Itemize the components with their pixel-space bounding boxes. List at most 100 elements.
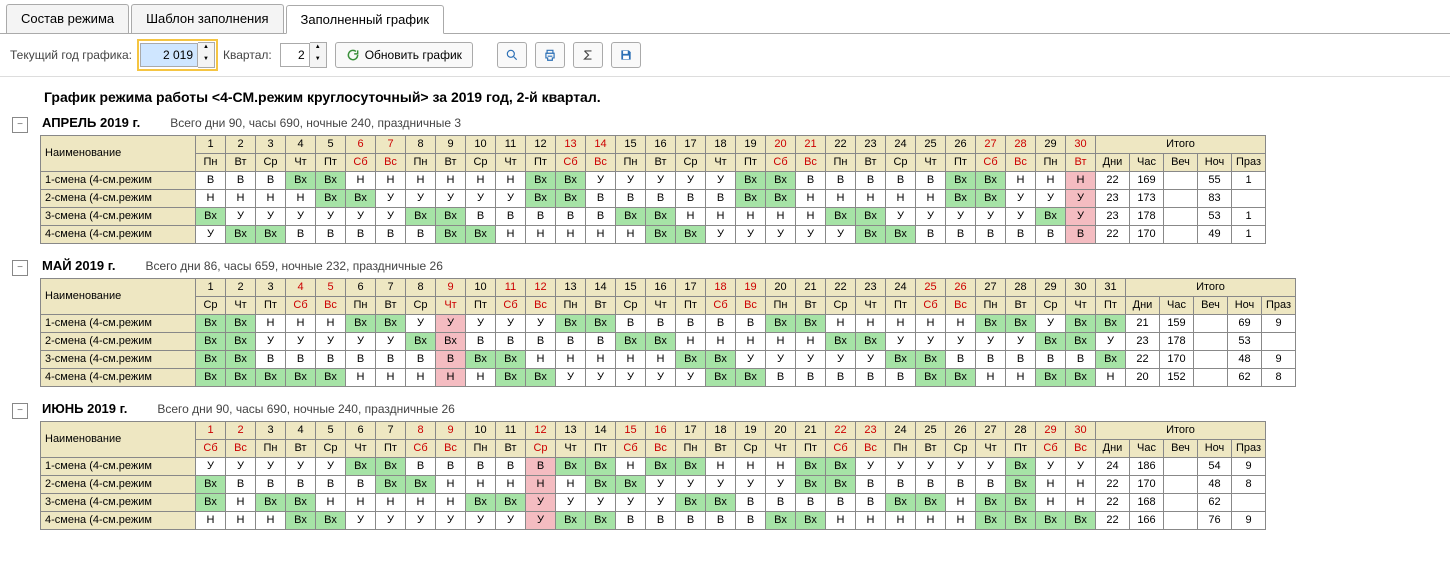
cell[interactable]: В bbox=[946, 226, 976, 244]
cell[interactable]: Н bbox=[526, 476, 556, 494]
cell[interactable]: Н bbox=[1096, 369, 1126, 387]
cell[interactable]: В bbox=[856, 369, 886, 387]
cell[interactable]: Вх bbox=[856, 333, 886, 351]
cell[interactable]: В bbox=[466, 208, 496, 226]
month-toggle[interactable]: − bbox=[12, 260, 28, 276]
cell[interactable]: Вх bbox=[946, 172, 976, 190]
cell[interactable]: В bbox=[376, 226, 406, 244]
cell[interactable]: В bbox=[286, 476, 316, 494]
cell[interactable]: Вх bbox=[1066, 369, 1096, 387]
cell[interactable]: У bbox=[466, 190, 496, 208]
cell[interactable]: Вх bbox=[586, 512, 616, 530]
cell[interactable]: Вх bbox=[256, 226, 286, 244]
cell[interactable]: У bbox=[736, 351, 766, 369]
cell[interactable]: В bbox=[646, 190, 676, 208]
cell[interactable]: В bbox=[196, 172, 226, 190]
cell[interactable]: У bbox=[646, 172, 676, 190]
cell[interactable]: В bbox=[316, 476, 346, 494]
cell[interactable]: В bbox=[346, 476, 376, 494]
cell[interactable]: Вх bbox=[286, 512, 316, 530]
cell[interactable]: Вх bbox=[466, 494, 496, 512]
cell[interactable]: В bbox=[886, 172, 916, 190]
cell[interactable]: Вх bbox=[406, 208, 436, 226]
cell[interactable]: У bbox=[376, 333, 406, 351]
cell[interactable]: У bbox=[916, 458, 946, 476]
save-button[interactable] bbox=[611, 42, 641, 68]
cell[interactable]: Н bbox=[646, 351, 676, 369]
cell[interactable]: Н bbox=[706, 458, 736, 476]
cell[interactable]: В bbox=[646, 315, 676, 333]
cell[interactable]: У bbox=[586, 494, 616, 512]
cell[interactable]: Н bbox=[706, 333, 736, 351]
cell[interactable]: Вх bbox=[736, 172, 766, 190]
cell[interactable]: В bbox=[706, 512, 736, 530]
cell[interactable]: В bbox=[826, 369, 856, 387]
cell[interactable]: Вх bbox=[376, 458, 406, 476]
cell[interactable]: У bbox=[196, 458, 226, 476]
cell[interactable]: Вх bbox=[586, 476, 616, 494]
cell[interactable]: Н bbox=[556, 476, 586, 494]
cell[interactable]: Вх bbox=[1006, 476, 1036, 494]
quarter-down[interactable]: ▼ bbox=[310, 55, 326, 67]
cell[interactable]: У bbox=[316, 333, 346, 351]
cell[interactable]: Н bbox=[406, 494, 436, 512]
cell[interactable]: Вх bbox=[316, 512, 346, 530]
cell[interactable]: Вх bbox=[616, 476, 646, 494]
cell[interactable]: У bbox=[676, 476, 706, 494]
cell[interactable]: Н bbox=[526, 351, 556, 369]
cell[interactable]: Н bbox=[196, 512, 226, 530]
cell[interactable]: Н bbox=[616, 351, 646, 369]
cell[interactable]: Н bbox=[616, 458, 646, 476]
cell[interactable]: В bbox=[1006, 226, 1036, 244]
cell[interactable]: Вх bbox=[736, 369, 766, 387]
cell[interactable]: В bbox=[556, 208, 586, 226]
cell[interactable]: В bbox=[346, 226, 376, 244]
cell[interactable]: В bbox=[616, 190, 646, 208]
cell[interactable]: В bbox=[376, 351, 406, 369]
cell[interactable]: У bbox=[286, 208, 316, 226]
cell[interactable]: В bbox=[886, 476, 916, 494]
cell[interactable]: Вх bbox=[586, 458, 616, 476]
cell[interactable]: Н bbox=[436, 476, 466, 494]
cell[interactable]: Вх bbox=[556, 458, 586, 476]
cell[interactable]: Н bbox=[796, 333, 826, 351]
cell[interactable]: В bbox=[226, 172, 256, 190]
cell[interactable]: Н bbox=[976, 369, 1006, 387]
cell[interactable]: У bbox=[286, 333, 316, 351]
cell[interactable]: У bbox=[436, 315, 466, 333]
cell[interactable]: Вх bbox=[796, 512, 826, 530]
cell[interactable]: У bbox=[946, 458, 976, 476]
cell[interactable]: В bbox=[766, 494, 796, 512]
cell[interactable]: Вх bbox=[286, 172, 316, 190]
cell[interactable]: У bbox=[1006, 190, 1036, 208]
cell[interactable]: В bbox=[1066, 226, 1096, 244]
cell[interactable]: Вх bbox=[886, 226, 916, 244]
cell[interactable]: В bbox=[526, 333, 556, 351]
cell[interactable]: В bbox=[676, 315, 706, 333]
cell[interactable]: Н bbox=[556, 351, 586, 369]
cell[interactable]: В bbox=[856, 172, 886, 190]
cell[interactable]: В bbox=[406, 351, 436, 369]
cell[interactable]: В bbox=[1036, 226, 1066, 244]
cell[interactable]: Вх bbox=[1006, 315, 1036, 333]
cell[interactable]: У bbox=[886, 208, 916, 226]
cell[interactable]: В bbox=[736, 494, 766, 512]
cell[interactable]: Вх bbox=[226, 351, 256, 369]
cell[interactable]: В bbox=[586, 208, 616, 226]
cell[interactable]: В bbox=[706, 315, 736, 333]
cell[interactable]: Н bbox=[886, 190, 916, 208]
cell[interactable]: В bbox=[466, 458, 496, 476]
cell[interactable]: Вх bbox=[646, 333, 676, 351]
cell[interactable]: Вх bbox=[376, 476, 406, 494]
cell[interactable]: Вх bbox=[586, 315, 616, 333]
cell[interactable]: У bbox=[1066, 208, 1096, 226]
cell[interactable]: Вх bbox=[196, 333, 226, 351]
cell[interactable]: Вх bbox=[826, 208, 856, 226]
cell[interactable]: У bbox=[616, 172, 646, 190]
cell[interactable]: Вх bbox=[706, 351, 736, 369]
cell[interactable]: У bbox=[406, 315, 436, 333]
cell[interactable]: У bbox=[706, 172, 736, 190]
cell[interactable]: В bbox=[316, 351, 346, 369]
cell[interactable]: У bbox=[826, 226, 856, 244]
cell[interactable]: У bbox=[886, 458, 916, 476]
